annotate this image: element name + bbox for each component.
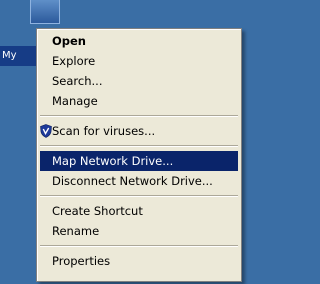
menu-item-map-network-drive[interactable]: Map Network Drive...	[40, 151, 238, 171]
menu-item-search[interactable]: Search...	[40, 71, 238, 91]
menu-item-open[interactable]: Open	[40, 31, 238, 51]
context-menu: Open Explore Search... Manage Scan for v…	[36, 28, 242, 282]
menu-item-create-shortcut[interactable]: Create Shortcut	[40, 201, 238, 221]
menu-item-disconnect-network-drive[interactable]: Disconnect Network Drive...	[40, 171, 238, 191]
menu-separator	[40, 245, 238, 247]
desktop-icon-label[interactable]: My	[0, 46, 36, 66]
menu-item-explore[interactable]: Explore	[40, 51, 238, 71]
menu-item-manage[interactable]: Manage	[40, 91, 238, 111]
menu-item-scan-for-viruses[interactable]: Scan for viruses...	[40, 121, 238, 141]
shield-icon	[40, 124, 52, 138]
menu-separator	[40, 115, 238, 117]
my-computer-icon[interactable]	[30, 0, 60, 24]
menu-separator	[40, 195, 238, 197]
menu-item-scan-label: Scan for viruses...	[52, 124, 156, 138]
menu-item-rename[interactable]: Rename	[40, 221, 238, 241]
menu-item-properties[interactable]: Properties	[40, 251, 238, 271]
menu-separator	[40, 145, 238, 147]
